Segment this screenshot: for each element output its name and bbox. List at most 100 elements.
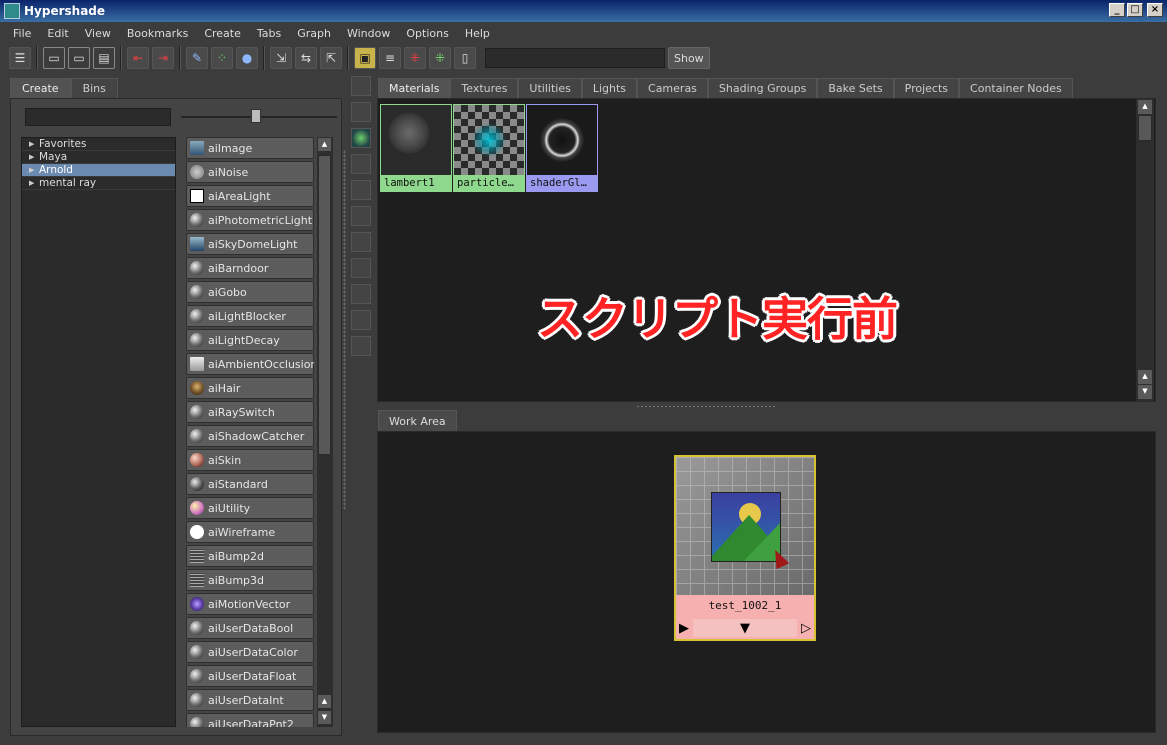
attribute-expand[interactable]: ▼ — [693, 619, 797, 637]
expand-arrow-icon[interactable]: ▶ — [29, 153, 39, 161]
node-button[interactable]: aiRaySwitch — [186, 401, 314, 423]
node-button[interactable]: aiAreaLight — [186, 185, 314, 207]
node-button[interactable]: aiStandard — [186, 473, 314, 495]
scrollbar-thumb[interactable] — [1138, 115, 1152, 141]
view-icons-icon[interactable] — [351, 128, 371, 148]
sort-icon[interactable] — [351, 76, 371, 96]
scroll-up-icon[interactable]: ▲ — [318, 138, 331, 151]
close-button[interactable]: × — [1147, 3, 1163, 17]
file-texture-node[interactable]: test_1002_1 ▶ ▼ ▷ — [674, 455, 816, 641]
layout-bottom-icon[interactable]: ▭ — [68, 47, 90, 69]
menu-bookmarks[interactable]: Bookmarks — [119, 27, 196, 40]
tab-shading-groups[interactable]: Shading Groups — [707, 78, 818, 98]
expand-arrow-icon[interactable]: ▶ — [29, 166, 39, 174]
small-icons-icon[interactable] — [351, 154, 371, 174]
node-list-scrollbar[interactable]: ▲ ▲ ▼ — [317, 137, 333, 727]
tab-materials[interactable]: Materials — [378, 78, 451, 98]
sort-reverse-icon[interactable] — [351, 336, 371, 356]
toggle-panel-icon[interactable]: ☰ — [9, 47, 31, 69]
menu-help[interactable]: Help — [457, 27, 498, 40]
scroll-up-icon[interactable]: ▲ — [1138, 100, 1152, 114]
menu-file[interactable]: File — [5, 27, 39, 40]
frame-nodes-icon[interactable]: ⁜ — [429, 47, 451, 69]
tab-container-nodes[interactable]: Container Nodes — [959, 78, 1073, 98]
pane-splitter[interactable] — [636, 405, 776, 408]
tree-item-maya[interactable]: ▶ Maya — [22, 151, 175, 164]
node-button[interactable]: aiSkin — [186, 449, 314, 471]
material-swatch-shaderglow[interactable]: shaderGl… — [526, 104, 598, 192]
attribute-display-icon[interactable]: ≡ — [379, 47, 401, 69]
node-button[interactable]: aiUtility — [186, 497, 314, 519]
show-button[interactable]: Show — [668, 47, 710, 69]
large-icons-icon[interactable] — [351, 206, 371, 226]
clear-graph-icon[interactable]: ✎ — [186, 47, 208, 69]
node-button[interactable]: aiHair — [186, 377, 314, 399]
node-button[interactable]: aiImage — [186, 137, 314, 159]
scroll-down-icon[interactable]: ▼ — [1138, 385, 1152, 399]
medium-icons-icon[interactable] — [351, 180, 371, 200]
layout-top-icon[interactable]: ▭ — [43, 47, 65, 69]
graph-upstream-icon[interactable]: ⇤ — [127, 47, 149, 69]
sort-by-type-icon[interactable] — [351, 284, 371, 304]
node-button[interactable]: aiSkyDomeLight — [186, 233, 314, 255]
menu-create[interactable]: Create — [196, 27, 249, 40]
tab-utilities[interactable]: Utilities — [518, 78, 582, 98]
node-button[interactable]: aiGobo — [186, 281, 314, 303]
menu-tabs[interactable]: Tabs — [249, 27, 289, 40]
node-button[interactable]: aiUserDataPnt2 — [186, 713, 314, 727]
menu-window[interactable]: Window — [339, 27, 398, 40]
menu-options[interactable]: Options — [398, 27, 456, 40]
list-view-icon[interactable] — [351, 102, 371, 122]
tab-cameras[interactable]: Cameras — [637, 78, 708, 98]
output-arrow-icon[interactable]: ▷ — [801, 621, 811, 636]
tab-bins[interactable]: Bins — [70, 78, 118, 98]
expand-arrow-icon[interactable]: ▶ — [29, 179, 39, 187]
node-button[interactable]: aiShadowCatcher — [186, 425, 314, 447]
graph-materials-icon[interactable]: ● — [236, 47, 258, 69]
select-node-icon[interactable]: ⁜ — [404, 47, 426, 69]
node-button[interactable]: aiBump3d — [186, 569, 314, 591]
scroll-down-icon[interactable]: ▼ — [318, 711, 331, 724]
material-swatch-particle[interactable]: particle… — [453, 104, 525, 192]
maximize-button[interactable]: □ — [1127, 3, 1143, 17]
node-button[interactable]: aiAmbientOcclusion — [186, 353, 314, 375]
expand-left-icon[interactable]: ▶ — [679, 621, 689, 636]
materials-scrollbar[interactable]: ▲ ▲ ▼ — [1136, 99, 1154, 401]
node-button[interactable]: aiNoise — [186, 161, 314, 183]
menu-graph[interactable]: Graph — [289, 27, 339, 40]
swatch-display-icon[interactable]: ▣ — [354, 47, 376, 69]
scroll-up-icon[interactable]: ▲ — [318, 695, 331, 708]
layout-split-icon[interactable]: ▤ — [93, 47, 115, 69]
material-swatch-lambert1[interactable]: lambert1 — [380, 104, 452, 192]
node-button[interactable]: aiBarndoor — [186, 257, 314, 279]
node-button[interactable]: aiUserDataColor — [186, 641, 314, 663]
node-button[interactable]: aiPhotometricLight — [186, 209, 314, 231]
tab-textures[interactable]: Textures — [450, 78, 519, 98]
graph-downstream-icon[interactable]: ⇥ — [152, 47, 174, 69]
node-button[interactable]: aiUserDataBool — [186, 617, 314, 639]
node-button[interactable]: aiMotionVector — [186, 593, 314, 615]
expand-arrow-icon[interactable]: ▶ — [29, 140, 39, 148]
node-button[interactable]: aiLightBlocker — [186, 305, 314, 327]
minimize-button[interactable]: _ — [1109, 3, 1125, 17]
expand-down-icon[interactable]: ▼ — [740, 621, 750, 636]
tree-item-favorites[interactable]: ▶ Favorites — [22, 138, 175, 151]
node-button[interactable]: aiUserDataFloat — [186, 665, 314, 687]
slider-handle[interactable] — [251, 109, 261, 123]
node-button[interactable]: aiLightDecay — [186, 329, 314, 351]
sort-by-name-icon[interactable] — [351, 258, 371, 278]
panel-divider[interactable] — [343, 150, 346, 510]
container-icon[interactable]: ▯ — [454, 47, 476, 69]
menu-view[interactable]: View — [77, 27, 119, 40]
node-filter-input[interactable] — [25, 108, 171, 126]
output-connections-icon[interactable]: ⇱ — [320, 47, 342, 69]
toolbar-search-input[interactable] — [485, 48, 665, 68]
tab-create[interactable]: Create — [10, 78, 71, 98]
node-button[interactable]: aiWireframe — [186, 521, 314, 543]
input-connections-icon[interactable]: ⇲ — [270, 47, 292, 69]
input-output-connections-icon[interactable]: ⇆ — [295, 47, 317, 69]
menu-edit[interactable]: Edit — [39, 27, 76, 40]
tab-lights[interactable]: Lights — [581, 78, 638, 98]
rearrange-graph-icon[interactable]: ⁘ — [211, 47, 233, 69]
tree-item-mental-ray[interactable]: ▶ mental ray — [22, 177, 175, 190]
